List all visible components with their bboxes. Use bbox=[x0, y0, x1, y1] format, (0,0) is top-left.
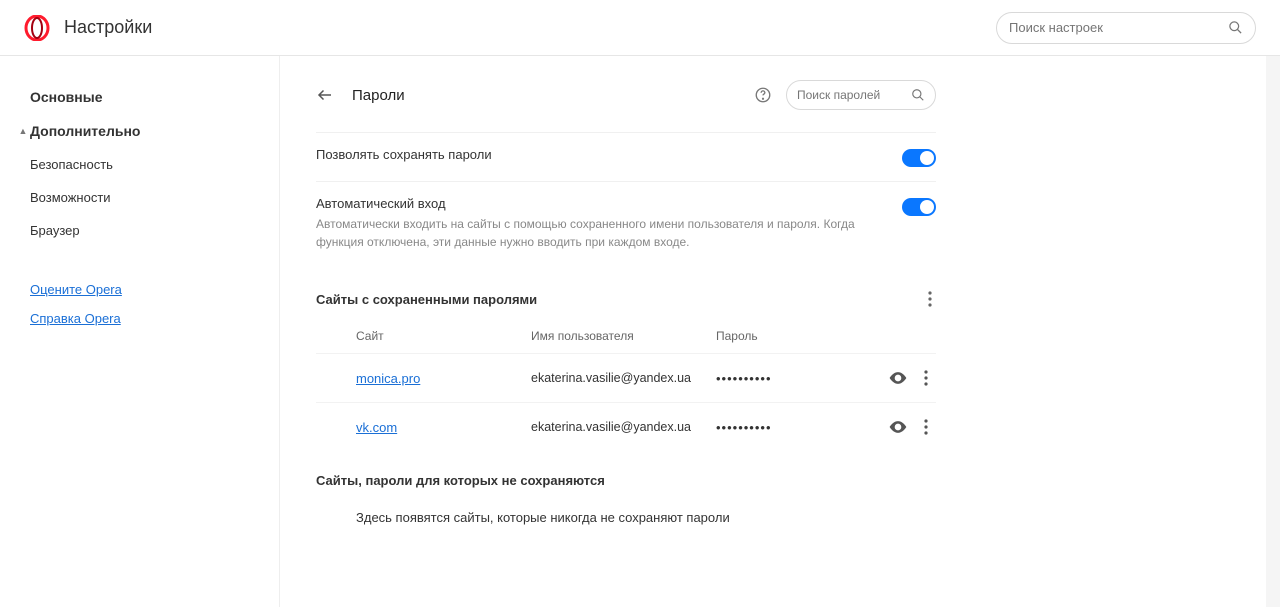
settings-search[interactable] bbox=[996, 12, 1256, 44]
password-table-header: Сайт Имя пользователя Пароль bbox=[316, 317, 936, 353]
col-header-user: Имя пользователя bbox=[531, 329, 716, 343]
site-link[interactable]: vk.com bbox=[356, 420, 397, 435]
help-link[interactable]: Справка Opera bbox=[30, 311, 121, 326]
rate-link[interactable]: Оцените Opera bbox=[30, 282, 122, 297]
sidebar-item-basic[interactable]: Основные bbox=[30, 80, 279, 114]
sidebar-item-browser[interactable]: Браузер bbox=[30, 214, 279, 247]
sidebar-link-rate[interactable]: Оцените Opera bbox=[30, 275, 279, 304]
section-title: Пароли bbox=[352, 87, 405, 104]
eye-icon[interactable] bbox=[888, 368, 908, 388]
saved-passwords-section: Сайты с сохраненными паролями Сайт Имя п… bbox=[316, 287, 936, 451]
sidebar-item-advanced[interactable]: ▲ Дополнительно bbox=[16, 114, 279, 148]
sidebar-item-security[interactable]: Безопасность bbox=[30, 148, 279, 181]
settings-search-input[interactable] bbox=[1009, 20, 1228, 35]
setting-save-passwords: Позволять сохранять пароли bbox=[316, 132, 936, 181]
password-cell: •••••••••• bbox=[716, 371, 888, 386]
setting-auto-signin: Автоматический вход Автоматически входит… bbox=[316, 181, 936, 265]
never-save-title: Сайты, пароли для которых не сохраняются bbox=[316, 473, 936, 488]
setting-description: Автоматически входить на сайты с помощью… bbox=[316, 215, 882, 251]
search-icon bbox=[1228, 20, 1243, 35]
saved-passwords-title: Сайты с сохраненными паролями bbox=[316, 292, 924, 307]
eye-icon[interactable] bbox=[888, 417, 908, 437]
setting-label: Автоматический вход bbox=[316, 196, 882, 211]
sidebar-item-label: Дополнительно bbox=[30, 123, 140, 139]
never-save-empty: Здесь появятся сайты, которые никогда не… bbox=[316, 494, 936, 541]
password-search[interactable] bbox=[786, 80, 936, 110]
help-icon[interactable] bbox=[754, 86, 772, 104]
search-icon bbox=[911, 88, 925, 102]
password-row: monica.pro ekaterina.vasilie@yandex.ua •… bbox=[316, 353, 936, 402]
auto-signin-toggle[interactable] bbox=[902, 198, 936, 216]
password-search-input[interactable] bbox=[797, 88, 911, 102]
sidebar: Основные ▲ Дополнительно Безопасность Во… bbox=[0, 56, 280, 607]
opera-logo-icon bbox=[24, 15, 50, 41]
scrollbar-track[interactable] bbox=[1266, 56, 1280, 607]
setting-label: Позволять сохранять пароли bbox=[316, 147, 882, 162]
top-bar: Настройки bbox=[0, 0, 1280, 56]
main-content: Пароли Позволять сохранять пароли bbox=[280, 56, 1266, 607]
col-header-site: Сайт bbox=[356, 329, 531, 343]
col-header-pass: Пароль bbox=[716, 329, 936, 343]
never-save-section: Сайты, пароли для которых не сохраняются… bbox=[316, 473, 936, 541]
breadcrumb: Пароли bbox=[316, 80, 936, 110]
section-more-icon[interactable] bbox=[924, 287, 936, 311]
page-title: Настройки bbox=[64, 17, 152, 38]
site-link[interactable]: monica.pro bbox=[356, 371, 420, 386]
row-more-icon[interactable] bbox=[924, 370, 928, 386]
chevron-up-icon: ▲ bbox=[16, 126, 30, 136]
username-cell: ekaterina.vasilie@yandex.ua bbox=[531, 420, 716, 434]
password-row: vk.com ekaterina.vasilie@yandex.ua •••••… bbox=[316, 402, 936, 451]
back-arrow-icon[interactable] bbox=[316, 86, 334, 104]
sidebar-link-help[interactable]: Справка Opera bbox=[30, 304, 279, 333]
save-passwords-toggle[interactable] bbox=[902, 149, 936, 167]
password-cell: •••••••••• bbox=[716, 420, 888, 435]
sidebar-item-features[interactable]: Возможности bbox=[30, 181, 279, 214]
username-cell: ekaterina.vasilie@yandex.ua bbox=[531, 371, 716, 385]
row-more-icon[interactable] bbox=[924, 419, 928, 435]
